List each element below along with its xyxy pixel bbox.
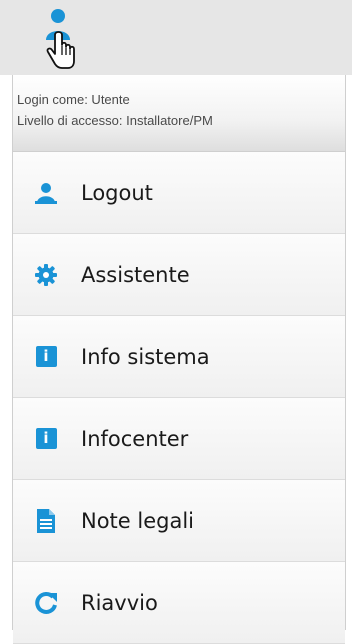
document-icon: [33, 508, 59, 534]
login-info: Login come: Utente Livello di accesso: I…: [13, 75, 345, 152]
top-bar: [0, 0, 352, 75]
menu-item-label: Note legali: [81, 508, 195, 533]
menu-item-assistente[interactable]: Assistente: [13, 234, 345, 316]
gear-icon: [33, 262, 59, 288]
menu-item-riavvio[interactable]: Riavvio: [13, 562, 345, 644]
login-as-text: Login come: Utente: [17, 92, 130, 107]
menu-item-label: Assistente: [81, 262, 190, 287]
menu-item-label: Logout: [81, 180, 153, 205]
access-level-text: Livello di accesso: Installatore/PM: [17, 113, 213, 128]
refresh-icon: [33, 590, 59, 616]
menu-item-label: Info sistema: [81, 344, 210, 369]
info-icon: i: [33, 344, 59, 370]
menu-item-logout[interactable]: Logout: [13, 152, 345, 234]
menu-item-note-legali[interactable]: Note legali: [13, 480, 345, 562]
menu-item-infocenter[interactable]: i Infocenter: [13, 398, 345, 480]
user-menu-button[interactable]: [38, 6, 78, 70]
user-dropdown-menu: Login come: Utente Livello di accesso: I…: [12, 75, 346, 644]
menu-item-label: Riavvio: [81, 590, 158, 615]
menu-item-label: Infocenter: [81, 426, 189, 451]
user-icon: [46, 9, 75, 69]
user-icon: [33, 180, 59, 206]
info-icon: i: [33, 426, 59, 452]
menu-item-info-sistema[interactable]: i Info sistema: [13, 316, 345, 398]
